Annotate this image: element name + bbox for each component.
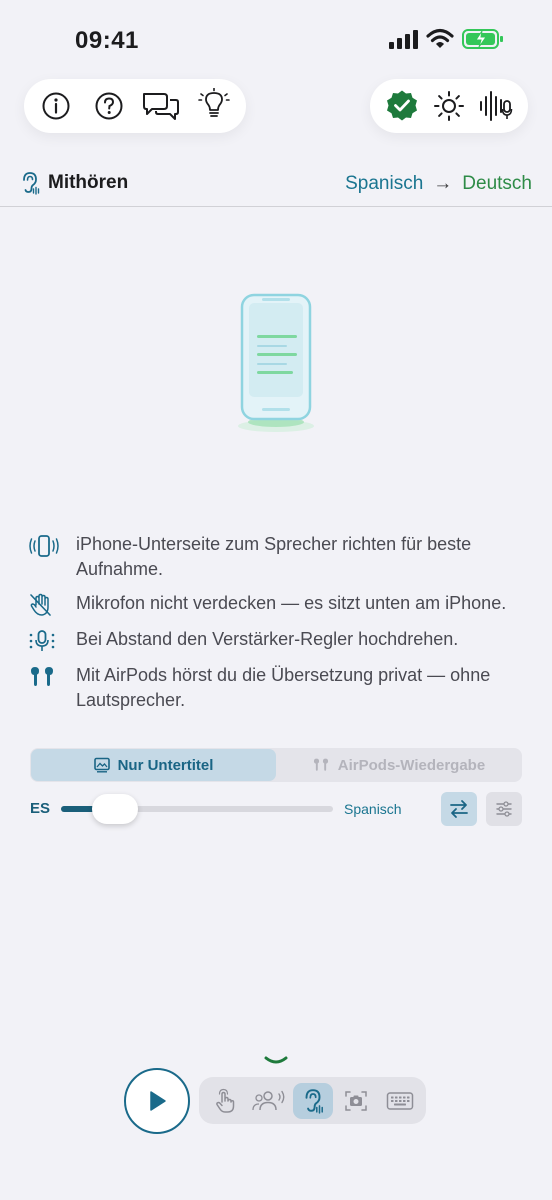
camera-scan-icon	[345, 1090, 367, 1111]
verified-check-icon	[387, 90, 417, 121]
dock-keyboard-mode[interactable]	[380, 1083, 420, 1119]
segment-label: Nur Untertitel	[117, 756, 214, 774]
sliders-icon	[496, 801, 512, 817]
tip-icon-wrap	[28, 664, 62, 690]
play-button[interactable]	[124, 1068, 190, 1134]
language-arrow: →	[433, 173, 453, 194]
tips-button[interactable]	[192, 84, 236, 128]
play-icon	[150, 1091, 166, 1111]
airpods-icon	[313, 758, 328, 771]
status-bar: 09:41	[0, 0, 552, 70]
tip-icon-wrap	[28, 592, 62, 618]
voice-button[interactable]	[474, 84, 518, 128]
brightness-icon	[434, 91, 464, 121]
swap-arrows-icon	[450, 800, 468, 818]
info-button[interactable]	[34, 84, 78, 128]
header-divider	[0, 206, 552, 207]
conversation-button[interactable]	[139, 84, 183, 128]
tip-item: Bei Abstand den Verstärker-Regler hochdr…	[28, 627, 528, 654]
gain-slider-thumb[interactable]	[92, 794, 139, 824]
target-language: Deutsch	[462, 173, 532, 194]
gain-language-label: Spanisch	[344, 801, 402, 817]
status-time: 09:41	[75, 27, 139, 54]
brightness-button[interactable]	[427, 84, 471, 128]
tips-list: iPhone-Unterseite zum Sprecher richten f…	[28, 532, 528, 722]
tip-text: Mikrofon nicht verdecken — es sitzt unte…	[76, 593, 507, 613]
verified-button[interactable]	[380, 84, 424, 128]
tip-item: iPhone-Unterseite zum Sprecher richten f…	[28, 532, 528, 582]
tip-item: Mikrofon nicht verdecken — es sitzt unte…	[28, 591, 528, 618]
subtitles-icon	[93, 757, 110, 773]
tip-icon-wrap	[28, 628, 62, 654]
airpods-icon	[31, 667, 53, 686]
tip-text: Bei Abstand den Verstärker-Regler hochdr…	[76, 629, 459, 649]
mode-dock	[199, 1077, 426, 1124]
toolbar-right	[370, 79, 528, 133]
language-code: ES	[30, 800, 51, 817]
info-icon	[42, 92, 70, 120]
hand-slash-icon	[30, 593, 51, 616]
airpods-playback-segment[interactable]: AirPods-Wiedergabe	[276, 749, 521, 781]
chevron-down-icon[interactable]	[263, 1055, 289, 1067]
phone-transcript-illustration	[238, 293, 314, 432]
tip-item: Mit AirPods hörst du die Übersetzung pri…	[28, 663, 528, 713]
help-button[interactable]	[87, 84, 131, 128]
audio-settings-button[interactable]	[486, 792, 522, 826]
tip-icon-wrap	[28, 533, 62, 559]
gain-slider[interactable]	[61, 794, 333, 824]
swap-languages-button[interactable]	[441, 792, 477, 826]
segment-label: AirPods-Wiedergabe	[337, 756, 486, 774]
subtitles-only-segment[interactable]: Nur Untertitel	[31, 749, 276, 781]
group-speaking-icon	[252, 1090, 285, 1110]
dock-conversation-mode[interactable]	[249, 1083, 289, 1119]
battery-charging-icon	[462, 29, 503, 49]
mode-indicator[interactable]: Mithören	[20, 171, 128, 195]
tip-text: iPhone-Unterseite zum Sprecher richten f…	[76, 534, 472, 579]
mic-volume-icon	[29, 630, 55, 651]
gain-slider-row: ES Spanisch	[30, 790, 522, 830]
dock-tap-mode[interactable]	[205, 1083, 245, 1119]
mode-row: Mithören Spanisch → Deutsch	[0, 165, 552, 205]
voice-waveform-icon	[480, 91, 513, 121]
toolbar-left	[24, 79, 246, 133]
help-icon	[95, 92, 123, 120]
keyboard-icon	[386, 1091, 414, 1110]
language-pair[interactable]: Spanisch → Deutsch	[345, 173, 532, 195]
phone-vibrate-icon	[29, 535, 59, 557]
wifi-icon	[426, 28, 454, 48]
tip-text: Mit AirPods hörst du die Übersetzung pri…	[76, 665, 491, 710]
ear-listen-icon	[23, 172, 40, 195]
lightbulb-icon	[198, 88, 230, 117]
mode-label: Mithören	[48, 172, 129, 193]
ear-listen-icon	[305, 1088, 323, 1114]
status-icons	[388, 28, 504, 50]
hand-tap-icon	[216, 1088, 235, 1113]
dock-camera-mode[interactable]	[336, 1083, 376, 1119]
source-language: Spanisch	[345, 173, 424, 194]
output-mode-segmented-control: Nur Untertitel AirPods-Wiedergabe	[30, 748, 522, 782]
dock-listen-mode[interactable]	[292, 1082, 333, 1119]
cellular-signal-icon	[389, 30, 418, 49]
chat-bubbles-icon	[143, 93, 180, 120]
